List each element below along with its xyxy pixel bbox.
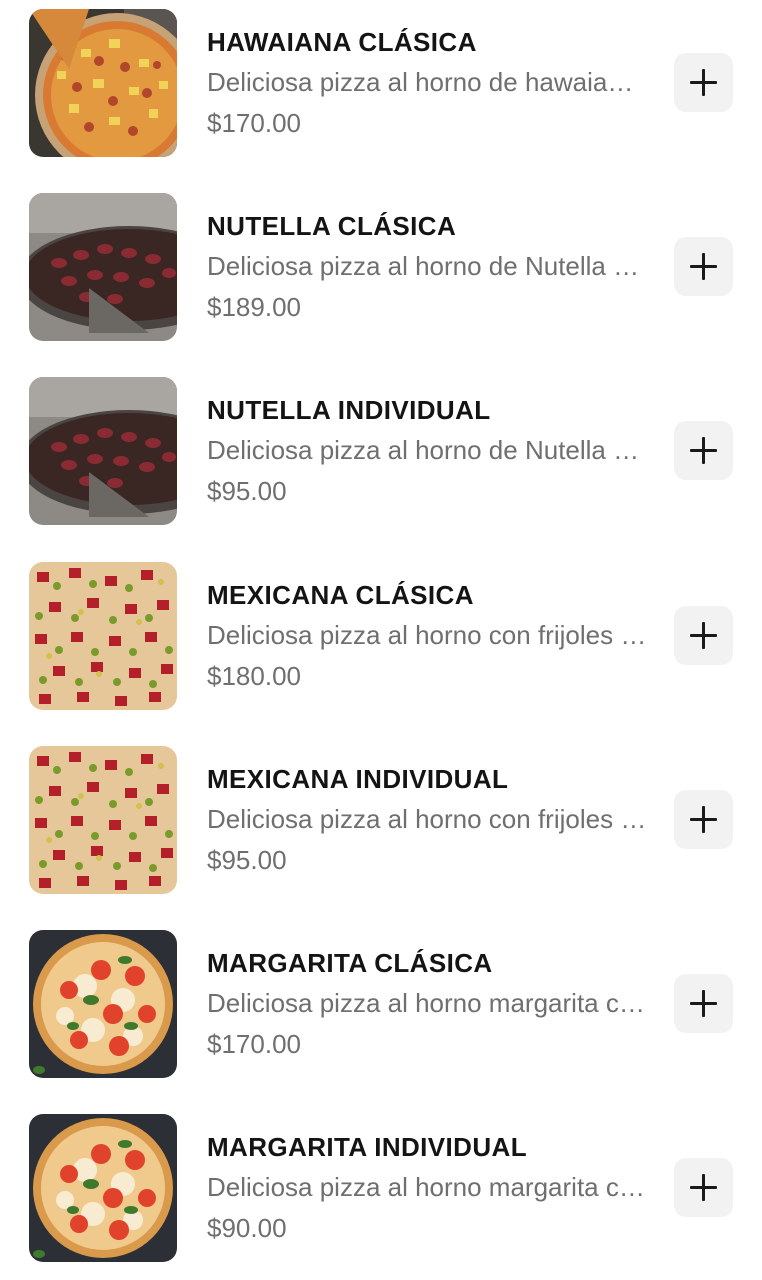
- plus-icon: [690, 437, 717, 464]
- item-price: $170.00: [207, 1029, 301, 1059]
- add-button[interactable]: [674, 1158, 733, 1217]
- menu-item[interactable]: MARGARITA CLÁSICA Deliciosa pizza al hor…: [0, 930, 762, 1078]
- mexican-pizza-image: [29, 562, 177, 710]
- plus-icon: [690, 990, 717, 1017]
- menu-item[interactable]: HAWAIANA CLÁSICA Deliciosa pizza al horn…: [0, 9, 762, 157]
- item-description: Deliciosa pizza al horno margarita con a…: [207, 1172, 647, 1202]
- plus-icon: [690, 622, 717, 649]
- item-description: Deliciosa pizza al horno de Nutella con …: [207, 435, 647, 465]
- margherita-pizza-image: [29, 930, 177, 1078]
- add-button[interactable]: [674, 974, 733, 1033]
- menu-item[interactable]: NUTELLA CLÁSICA Deliciosa pizza al horno…: [0, 193, 762, 341]
- item-name: MARGARITA CLÁSICA: [207, 948, 493, 978]
- item-name: MEXICANA INDIVIDUAL: [207, 764, 509, 794]
- plus-icon: [690, 253, 717, 280]
- menu-item[interactable]: MEXICANA INDIVIDUAL Deliciosa pizza al h…: [0, 746, 762, 894]
- menu-item[interactable]: MEXICANA CLÁSICA Deliciosa pizza al horn…: [0, 562, 762, 710]
- add-button[interactable]: [674, 237, 733, 296]
- add-button[interactable]: [674, 53, 733, 112]
- add-button[interactable]: [674, 790, 733, 849]
- plus-icon: [690, 69, 717, 96]
- menu-item[interactable]: NUTELLA INDIVIDUAL Deliciosa pizza al ho…: [0, 377, 762, 525]
- item-price: $180.00: [207, 661, 301, 691]
- item-name: NUTELLA INDIVIDUAL: [207, 395, 491, 425]
- item-price: $95.00: [207, 476, 287, 506]
- item-description: Deliciosa pizza al horno de Nutella con …: [207, 251, 647, 281]
- item-description: Deliciosa pizza al horno de hawaiana con…: [207, 67, 647, 97]
- hawaiian-pizza-image: [29, 9, 177, 157]
- item-price: $95.00: [207, 845, 287, 875]
- item-price: $189.00: [207, 292, 301, 322]
- menu-item[interactable]: MARGARITA INDIVIDUAL Deliciosa pizza al …: [0, 1114, 762, 1262]
- menu-list: HAWAIANA CLÁSICA Deliciosa pizza al horn…: [0, 0, 762, 1280]
- mexican-pizza-image: [29, 746, 177, 894]
- item-description: Deliciosa pizza al horno con frijoles y …: [207, 620, 647, 650]
- nutella-pizza-image: [29, 193, 177, 341]
- item-description: Deliciosa pizza al horno margarita con a…: [207, 988, 647, 1018]
- item-name: MEXICANA CLÁSICA: [207, 580, 474, 610]
- add-button[interactable]: [674, 421, 733, 480]
- plus-icon: [690, 806, 717, 833]
- item-price: $170.00: [207, 108, 301, 138]
- item-name: MARGARITA INDIVIDUAL: [207, 1132, 527, 1162]
- margherita-pizza-image: [29, 1114, 177, 1262]
- plus-icon: [690, 1174, 717, 1201]
- item-name: HAWAIANA CLÁSICA: [207, 27, 477, 57]
- add-button[interactable]: [674, 606, 733, 665]
- nutella-pizza-image: [29, 377, 177, 525]
- item-price: $90.00: [207, 1213, 287, 1243]
- item-name: NUTELLA CLÁSICA: [207, 211, 457, 241]
- item-description: Deliciosa pizza al horno con frijoles y …: [207, 804, 647, 834]
